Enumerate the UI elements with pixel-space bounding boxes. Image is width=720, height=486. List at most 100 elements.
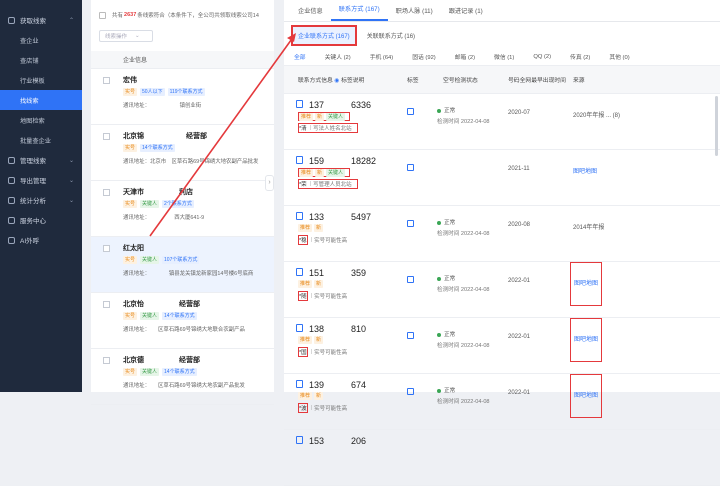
edit-tag-icon[interactable] [407,164,414,171]
phone-number[interactable]: 133 5497 [296,210,407,222]
filter-fax[interactable]: 传真 (2) [570,52,590,61]
lead-tag: 14个联系方式 [140,144,175,152]
filter-mobile[interactable]: 手机 (64) [370,52,394,61]
company-name[interactable]: 北京怡 经营部 [123,299,274,309]
sidebar-section-service[interactable]: 服务中心 [0,210,82,230]
phone-number[interactable]: 137 6336 [296,98,407,110]
ai-call-icon [8,236,15,244]
tab-contacts[interactable]: 联系方式 (167) [330,4,388,21]
sidebar-section-manage[interactable]: 管理线索 ⌄ [0,150,82,170]
source-link[interactable]: 图吧地图 [570,374,603,418]
tab-company-info[interactable]: 企业信息 [290,6,331,21]
phone-tag: 新 [314,224,324,232]
phone-note: *稳 | 实号可能性高 [298,235,348,245]
list-item[interactable]: 北京锦 经营部 实号 14个联系方式 通讯地址：北京市 区草石路69号锦绣大地农副… [91,125,274,181]
sidebar-section-stats[interactable]: 统计分析 ⌄ [0,190,82,210]
lead-tag: 实号 [123,88,138,96]
scrollbar[interactable] [715,96,718,156]
sidebar-item-batch[interactable]: 批量查企业 [0,130,82,150]
phone-icon [296,212,303,220]
phone-number[interactable]: 139 674 [296,378,407,390]
phone-tag: 推荐 [298,392,313,400]
filter-all[interactable]: 全部 [294,52,306,61]
source-link[interactable]: 图吧地图 [570,318,603,362]
company-address: 通讯地址： 区草石路69号锦绣大地农副产品批发 [123,383,245,389]
phone-tags: 推荐新 [298,224,407,233]
phone-number[interactable]: 159 18282 [296,154,407,166]
filter-qq[interactable]: QQ (2) [533,54,551,60]
phone-number[interactable]: 151 359 [296,266,407,278]
lead-tags: 实号 关键人 14个联系方式 [123,312,274,321]
sidebar-item-find-leads[interactable]: 找线索 [0,90,82,110]
detail-panel: 企业信息 联系方式 (167) 职场人脉 (11) 跟进记录 (1) 企业联系方… [284,0,720,486]
phone-tag: 推荐 [299,169,314,177]
source-link[interactable]: 2014年年报 [573,225,604,231]
table-row: 159 18282 推荐新关键人 *荣 | 写管理人员北站 2021-11 图吧地图 [284,150,720,206]
edit-tag-icon[interactable] [407,108,414,115]
list-item[interactable]: 红太阳 实号 关键人 107个联系方式 通讯地址： 镇县龙关镇龙新家园14号楼6号底… [91,237,274,293]
leads-icon [8,16,15,24]
filter-key-person[interactable]: 关键人 (2) [325,52,351,61]
sidebar-section-export[interactable]: 导出管理 ⌄ [0,170,82,190]
company-name[interactable]: 北京锦 经营部 [123,131,274,141]
phone-tags: 推荐新关键人 [298,112,350,121]
edit-tag-icon[interactable] [407,276,414,283]
source-link[interactable]: 图吧地图 [573,169,597,175]
phone-number[interactable]: 153 206 [296,434,407,446]
lead-summary: 共有 2637 条线索符合（本条件下，全公司共领取线索公司14 [91,0,274,30]
list-item[interactable]: 北京怡 经营部 实号 关键人 14个联系方式 通讯地址： 区草石路69号锦绣大地联合… [91,293,274,349]
phone-tag: 推荐 [298,280,313,288]
company-name[interactable]: 宏伟 [123,75,274,85]
tab-follow-up[interactable]: 跟进记录 (1) [441,6,491,21]
note-icon: | [310,405,313,411]
lead-tag: 实号 [123,144,138,152]
phone-note: *清 | 写法人姓名北站 [298,123,358,133]
sidebar-item-template[interactable]: 行业模板 [0,70,82,90]
chevron-down-icon: ⌄ [135,33,140,39]
lead-tag: 实号 [123,256,138,264]
list-item[interactable]: 北京德 经营部 实号 关键人 14个联系方式 通讯地址： 区草石路69号锦绣大地农副… [91,349,274,405]
subtab-related-contacts[interactable]: 关联联系方式 (16) [362,27,420,44]
lead-action-dropdown[interactable]: 线索操作 ⌄ [99,30,153,42]
phone-tags: 推荐新 [298,280,407,289]
company-name[interactable]: 北京德 经营部 [123,355,274,365]
sidebar-section-get-leads[interactable]: 获取线索 ⌃ [0,10,82,30]
sidebar-item-shop[interactable]: 查店铺 [0,50,82,70]
source-link[interactable]: 2020年年报 ... (8) [573,113,620,119]
filter-wechat[interactable]: 微信 (1) [494,52,514,61]
sidebar-item-map[interactable]: 地图检索 [0,110,82,130]
list-item[interactable]: 宏伟 实号 50人以下 119个联系方式 通讯地址： 镇创业街 [91,69,274,125]
phone-tags [298,448,407,457]
phone-note: *波 | 实号可能性高 [298,403,348,413]
row-checkbox[interactable] [103,77,110,84]
filter-landline[interactable]: 固话 (92) [412,52,436,61]
table-row: 137 6336 推荐新关键人 *清 | 写法人姓名北站 正常 检测时间 2022-0… [284,94,720,150]
phone-note: *随 | 实号可能性高 [298,291,348,301]
row-checkbox[interactable] [103,301,110,308]
filter-email[interactable]: 邮箱 (2) [455,52,475,61]
edit-tag-icon[interactable] [407,332,414,339]
checkbox-all[interactable] [99,11,106,19]
lead-tag: 关键人 [140,256,160,264]
source-link[interactable]: 图吧地图 [570,262,603,306]
chevron-up-icon: ⌃ [68,17,74,24]
company-name[interactable]: 天津市 利店 [123,187,274,197]
row-checkbox[interactable] [103,189,110,196]
phone-number[interactable]: 138 810 [296,322,407,334]
filter-other[interactable]: 其他 (0) [609,52,629,61]
tab-workplace[interactable]: 职场人脉 (11) [388,6,441,21]
subtab-company-contacts[interactable]: 企业联系方式 (167) [291,24,357,46]
lead-tag: 50人以下 [140,88,165,96]
edit-tag-icon[interactable] [407,220,414,227]
row-checkbox[interactable] [103,133,110,140]
note-icon: | [310,293,313,299]
row-checkbox[interactable] [103,245,110,252]
list-item[interactable]: 天津市 利店 实号 关键人 2个联系方式 通讯地址： 西大厦641-9 [91,181,274,237]
sidebar-section-ai-call[interactable]: AI外呼 [0,230,82,250]
table-row: 151 359 推荐新 *随 | 实号可能性高 正常 检测时间 2022-04-08 … [284,262,720,318]
company-name[interactable]: 红太阳 [123,243,274,253]
row-checkbox[interactable] [103,357,110,364]
collapse-panel-button[interactable]: › [265,175,274,191]
phone-tag: 关键人 [326,113,346,121]
sidebar-item-company[interactable]: 查企业 [0,30,82,50]
